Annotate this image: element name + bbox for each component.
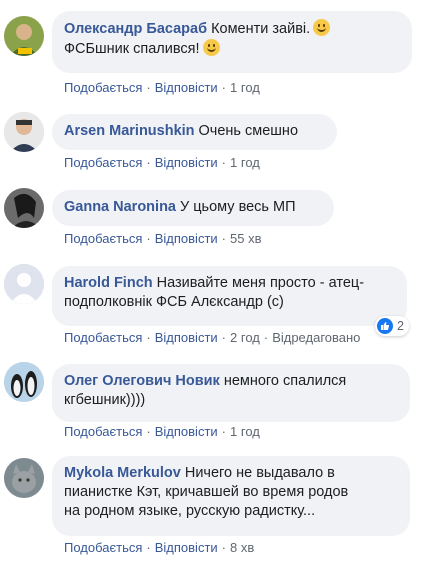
avatar[interactable]: [4, 16, 44, 56]
comment-text: пианистке Кэт, кричавшей во время родов: [64, 484, 349, 500]
comment-text: на родном языке, русскую радистку...: [64, 503, 316, 519]
reply-link[interactable]: Відповісти: [155, 540, 218, 555]
separator: ·: [221, 330, 227, 345]
avatar[interactable]: [4, 362, 44, 402]
separator: ·: [146, 540, 151, 555]
timestamp[interactable]: 8 хв: [230, 540, 254, 555]
comment-bubble: Олександр Басараб Коменти зайві. ФСБшник …: [52, 11, 412, 73]
author-name[interactable]: Mykola Merkulov: [64, 465, 181, 481]
like-link[interactable]: Подобається: [64, 80, 142, 95]
reply-link[interactable]: Відповісти: [155, 80, 218, 95]
timestamp[interactable]: 1 год: [230, 80, 260, 95]
like-link[interactable]: Подобається: [64, 231, 142, 246]
reaction-count[interactable]: 2: [375, 316, 409, 336]
separator: ·: [146, 231, 151, 246]
separator: ·: [221, 540, 227, 555]
edited-label[interactable]: Відредаговано: [272, 330, 360, 345]
comment-text: немного спалился: [223, 373, 347, 389]
comment-bubble: Олег Олегович Новик немного спалился кгбе…: [52, 364, 410, 422]
avatar[interactable]: [4, 188, 44, 228]
like-link[interactable]: Подобається: [64, 155, 142, 170]
comment-bubble: Harold Finch Називайте меня просто - атец…: [52, 266, 407, 326]
avatar[interactable]: [4, 264, 44, 304]
author-name[interactable]: Ganna Naronina: [64, 199, 176, 215]
reply-link[interactable]: Відповісти: [155, 330, 218, 345]
comment-actions: Подобається · Відповісти · 1 год: [64, 424, 260, 439]
comment-text: подполковнік ФСБ Алєксандр (с): [64, 294, 284, 310]
comment-text: ФСБшник спалився!: [64, 41, 200, 57]
separator: ·: [263, 330, 269, 345]
timestamp[interactable]: 1 год: [230, 424, 260, 439]
comment-text: Коменти зайві.: [211, 21, 311, 37]
reply-link[interactable]: Відповісти: [155, 155, 218, 170]
separator: ·: [146, 424, 151, 439]
timestamp[interactable]: 1 год: [230, 155, 260, 170]
avatar-photo-icon: [4, 112, 44, 152]
comment-actions: Подобається · Відповісти · 1 год: [64, 155, 260, 170]
comment-bubble: Ganna Naronina У цьому весь МП: [52, 190, 334, 226]
reply-link[interactable]: Відповісти: [155, 231, 218, 246]
author-name[interactable]: Harold Finch: [64, 275, 153, 291]
like-link[interactable]: Подобається: [64, 330, 142, 345]
comment-text: Називайте меня просто - атец-: [156, 275, 365, 291]
reply-link[interactable]: Відповісти: [155, 424, 218, 439]
comment-text: У цьому весь МП: [180, 199, 296, 215]
avatar-photo-icon: [4, 188, 44, 228]
avatar-photo-icon: [4, 458, 44, 498]
avatar[interactable]: [4, 458, 44, 498]
separator: ·: [221, 80, 227, 95]
separator: ·: [146, 155, 151, 170]
comment-text: кгбешник)))): [64, 392, 146, 408]
default-avatar-icon: [4, 264, 44, 304]
reaction-number: 2: [397, 319, 404, 333]
separator: ·: [146, 330, 151, 345]
comment-actions: Подобається · Відповісти · 8 хв: [64, 540, 254, 555]
comment-actions: Подобається · Відповісти · 1 год: [64, 80, 260, 95]
thumbs-up-icon: [377, 318, 393, 334]
like-link[interactable]: Подобається: [64, 540, 142, 555]
avatar[interactable]: [4, 112, 44, 152]
avatar-photo-icon: [4, 16, 44, 56]
separator: ·: [221, 231, 227, 246]
comment-actions: Подобається · Відповісти · 55 хв: [64, 231, 262, 246]
comment-bubble: Arsen Marinushkin Очень смешно: [52, 114, 337, 150]
smile-emoji-icon: [202, 39, 220, 56]
timestamp[interactable]: 55 хв: [230, 231, 261, 246]
timestamp[interactable]: 2 год: [230, 330, 260, 345]
comment-actions: Подобається · Відповісти · 2 год · Відредагова…: [64, 330, 360, 345]
comment-bubble: Mykola Merkulov Ничего не выдавало в пиан…: [52, 456, 410, 536]
separator: ·: [221, 424, 227, 439]
author-name[interactable]: Олег Олегович Новик: [64, 373, 220, 389]
author-name[interactable]: Олександр Басараб: [64, 21, 207, 37]
smile-emoji-icon: [313, 19, 331, 36]
comment-text: Очень смешно: [198, 123, 299, 139]
comment-text: Ничего не выдавало в: [184, 465, 335, 481]
author-name[interactable]: Arsen Marinushkin: [64, 123, 195, 139]
like-link[interactable]: Подобається: [64, 424, 142, 439]
separator: ·: [221, 155, 227, 170]
separator: ·: [146, 80, 151, 95]
avatar-photo-icon: [4, 362, 44, 402]
